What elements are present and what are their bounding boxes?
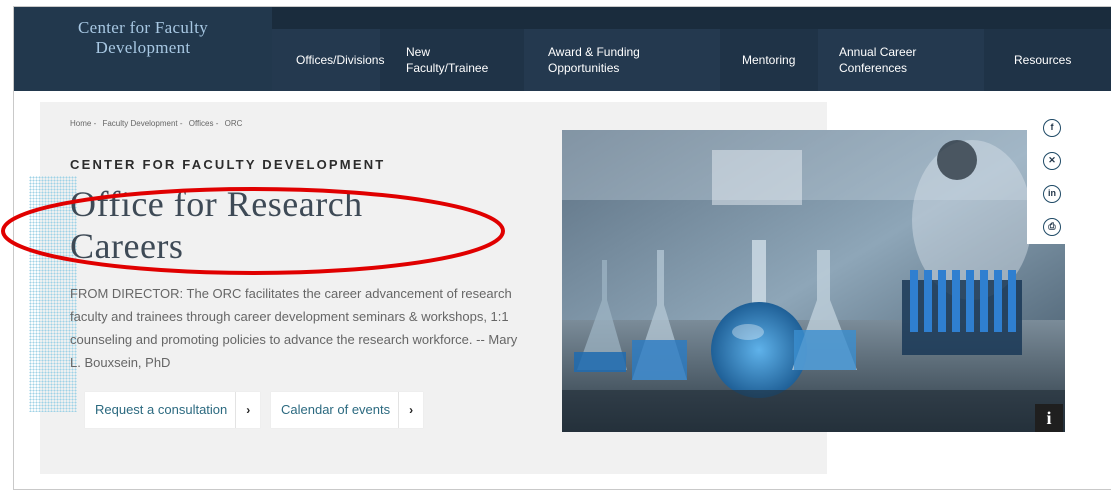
print-icon[interactable]: ⎙ [1043,218,1061,236]
nav-label-line2: Faculty/Trainee [406,61,489,75]
breadcrumb-offices[interactable]: Offices - [189,119,219,128]
social-share-bar [1027,94,1098,244]
nav-label-line1: Annual Career [839,45,917,59]
chevron-right-icon: › [235,392,260,428]
nav-label-line1: Resources [1014,53,1072,67]
breadcrumb-home[interactable]: Home - [70,119,96,128]
section-kicker: CENTER FOR FACULTY DEVELOPMENT [70,157,386,172]
page-title: Office for Research Careers [70,184,363,266]
nav-annual-career-conferences[interactable]: Annual Career Conferences [818,29,984,91]
breadcrumb-current: ORC [224,119,243,128]
logo-line-2: Development [95,38,191,57]
utility-bar [272,7,1111,29]
nav-resources[interactable]: Resources [984,29,1111,91]
nav-label-line1: Mentoring [742,53,796,67]
breadcrumb-faculty-development[interactable]: Faculty Development - [102,119,182,128]
linkedin-icon[interactable]: in [1043,185,1061,203]
hero-description: FROM DIRECTOR: The ORC facilitates the c… [70,286,518,370]
nav-award-funding[interactable]: Award & Funding Opportunities [524,29,720,91]
nav-label-line2: Conferences [839,61,908,75]
breadcrumb: Home - Faculty Development - Offices - O… [70,119,246,128]
hero-lab-image [562,130,1065,432]
nav-offices-divisions[interactable]: Offices/Divisions [272,29,384,91]
image-info-button[interactable]: i [1035,404,1063,432]
nav-mentoring[interactable]: Mentoring [720,29,818,91]
lab-glassware-illustration [562,130,1065,432]
calendar-of-events-button[interactable]: Calendar of events › [271,392,424,428]
site-logo[interactable]: Center for Faculty Development [14,7,272,91]
nav-label-line1: Award & Funding [548,45,640,59]
logo-line-1: Center for Faculty [77,18,209,37]
nav-new-faculty-trainee[interactable]: New Faculty/Trainee [380,29,524,91]
chevron-right-icon: › [398,392,423,428]
nav-label-line1: New [406,45,431,59]
x-twitter-icon[interactable]: ✕ [1043,152,1061,170]
request-consultation-button[interactable]: Request a consultation › [85,392,261,428]
button-label: Request a consultation [95,402,228,417]
main-nav: Offices/Divisions New Faculty/Trainee Awa… [272,29,1111,91]
nav-label-line1: Offices/Divisions [296,53,385,67]
nav-label-line2: Opportunities [548,61,620,75]
button-label: Calendar of events [281,402,391,417]
facebook-icon[interactable]: f [1043,119,1061,137]
